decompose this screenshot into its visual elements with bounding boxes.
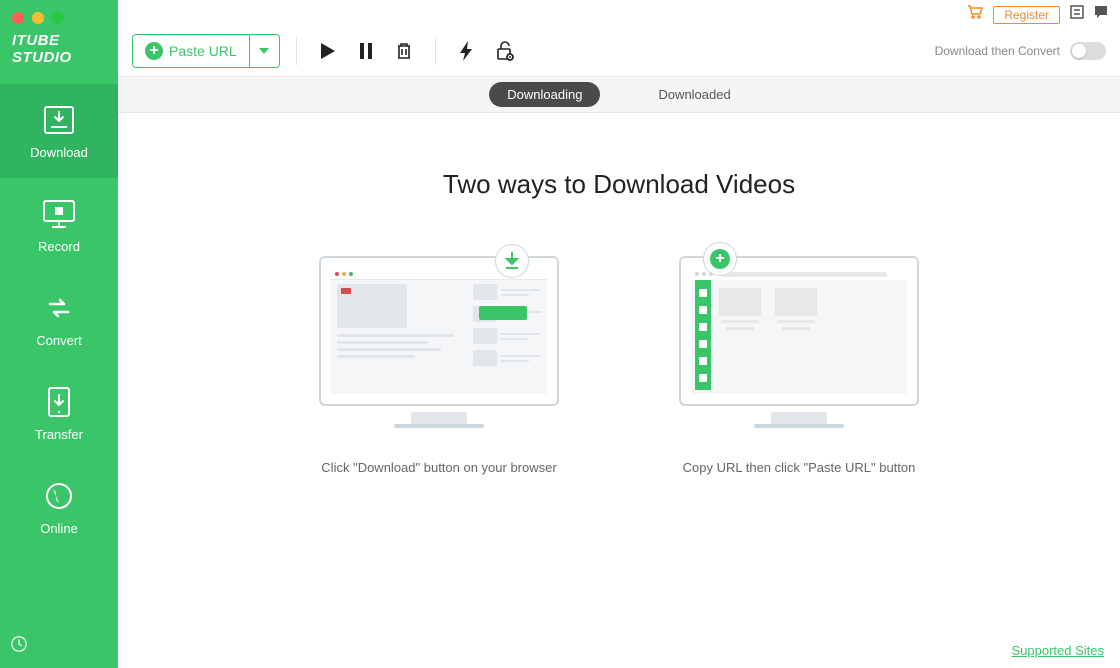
plus-circle-icon: + xyxy=(703,242,737,276)
tab-downloading[interactable]: Downloading xyxy=(489,82,600,107)
sidebar-item-convert[interactable]: Convert xyxy=(0,272,118,366)
download-tray-icon xyxy=(42,103,76,137)
feedback-icon[interactable] xyxy=(1094,5,1108,24)
paste-url-label: Paste URL xyxy=(169,43,237,59)
download-arrow-icon xyxy=(495,244,529,278)
paste-url-dropdown[interactable] xyxy=(249,34,279,68)
content-headline: Two ways to Download Videos xyxy=(443,169,795,200)
close-window-button[interactable] xyxy=(12,12,24,24)
sidebar-item-transfer[interactable]: Transfer xyxy=(0,366,118,460)
plus-circle-icon: + xyxy=(145,42,163,60)
tabs: Downloading Downloaded xyxy=(118,77,1120,113)
main-area: Register + Paste URL xyxy=(118,0,1120,668)
download-convert-label: Download then Convert xyxy=(935,44,1060,58)
globe-icon xyxy=(42,479,76,513)
tab-downloaded[interactable]: Downloaded xyxy=(640,82,748,107)
toolbar: + Paste URL xyxy=(118,25,1120,77)
cart-icon[interactable] xyxy=(967,5,983,24)
monitor-illustration xyxy=(319,256,559,426)
menu-list-icon[interactable] xyxy=(1070,5,1084,24)
toolbar-right: Download then Convert xyxy=(935,42,1106,60)
paste-url-button-group: + Paste URL xyxy=(132,34,280,68)
transfer-device-icon xyxy=(42,385,76,419)
supported-sites-link[interactable]: Supported Sites xyxy=(1011,643,1104,658)
sidebar-item-label: Transfer xyxy=(35,427,83,442)
sidebar-footer xyxy=(0,625,118,668)
way-caption: Click "Download" button on your browser xyxy=(321,460,556,475)
separator xyxy=(296,37,297,65)
separator xyxy=(435,37,436,65)
sidebar-item-online[interactable]: Online xyxy=(0,460,118,554)
ways-row: Click "Download" button on your browser xyxy=(319,256,919,475)
way-browser-download: Click "Download" button on your browser xyxy=(319,256,559,475)
sidebar: ITUBE STUDIO Download Recor xyxy=(0,0,118,668)
maximize-window-button[interactable] xyxy=(52,12,64,24)
delete-button[interactable] xyxy=(389,36,419,66)
top-bar: Register xyxy=(118,0,1120,25)
convert-arrows-icon xyxy=(42,291,76,325)
sidebar-nav: Download Record Convert xyxy=(0,84,118,554)
sidebar-item-record[interactable]: Record xyxy=(0,178,118,272)
unlock-button[interactable] xyxy=(490,36,520,66)
way-caption: Copy URL then click "Paste URL" button xyxy=(683,460,916,475)
turbo-button[interactable] xyxy=(452,36,482,66)
sidebar-item-label: Convert xyxy=(36,333,82,348)
history-clock-icon[interactable] xyxy=(10,640,28,657)
minimize-window-button[interactable] xyxy=(32,12,44,24)
sidebar-item-label: Download xyxy=(30,145,88,160)
app-brand: ITUBE STUDIO xyxy=(0,32,118,84)
record-screen-icon xyxy=(42,197,76,231)
download-convert-toggle[interactable] xyxy=(1070,42,1106,60)
sidebar-item-label: Record xyxy=(38,239,80,254)
window-controls xyxy=(0,0,118,32)
sidebar-item-download[interactable]: Download xyxy=(0,84,118,178)
pause-button[interactable] xyxy=(351,36,381,66)
sidebar-item-label: Online xyxy=(40,521,78,536)
register-button[interactable]: Register xyxy=(993,6,1060,24)
content-area: Two ways to Download Videos xyxy=(118,113,1120,668)
paste-url-button[interactable]: + Paste URL xyxy=(133,42,249,60)
monitor-illustration: + xyxy=(679,256,919,426)
play-button[interactable] xyxy=(313,36,343,66)
way-paste-url: + Copy URL then click "Paste URL" button xyxy=(679,256,919,475)
